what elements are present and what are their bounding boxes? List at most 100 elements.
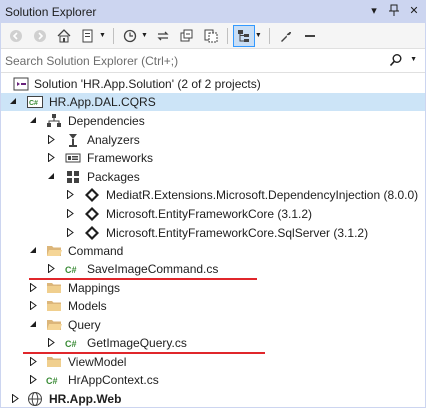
minus-button[interactable]: [299, 25, 321, 47]
tree-item-label: Analyzers: [87, 133, 140, 147]
expanded-arrow-icon[interactable]: [29, 320, 38, 329]
collapsed-arrow-icon[interactable]: [47, 135, 56, 144]
close-icon[interactable]: ✕: [407, 4, 421, 19]
folder-icon: [47, 357, 61, 367]
tree-item-folder-viewmodel[interactable]: ViewModel: [1, 353, 425, 371]
open-folder-icon: [47, 320, 62, 330]
tree-item-project-dal[interactable]: C# HR.App.DAL.CQRS: [1, 93, 425, 111]
collapsed-arrow-icon[interactable]: [47, 153, 56, 162]
expanded-arrow-icon[interactable]: [9, 97, 18, 106]
tree-item-label: ViewModel: [68, 355, 127, 369]
pin-icon[interactable]: [387, 4, 401, 19]
frameworks-icon: [65, 153, 81, 163]
back-arrow-icon: [10, 29, 22, 42]
home-button[interactable]: [53, 25, 75, 47]
tree-item-label: HrAppContext.cs: [68, 373, 159, 387]
folder-icon: [47, 301, 61, 311]
svg-text:C#: C#: [29, 100, 38, 107]
svg-text:C#: C#: [65, 339, 77, 349]
tree-item-label: Command: [68, 244, 124, 258]
dependencies-icon: [47, 114, 61, 127]
tree-item-project-web[interactable]: HR.App.Web: [1, 390, 425, 408]
switch-views-dropdown-icon[interactable]: ▼: [99, 32, 106, 39]
toolbar-separator: [226, 27, 228, 44]
tree-item-label: HR.App.Web: [49, 392, 122, 406]
expanded-arrow-icon[interactable]: [29, 116, 38, 125]
back-button[interactable]: [5, 25, 27, 47]
collapsed-arrow-icon[interactable]: [47, 264, 56, 273]
tree-item-folder-mappings[interactable]: Mappings: [1, 279, 425, 297]
window-position-dropdown-icon[interactable]: ▾: [367, 4, 381, 19]
sync-with-document-button[interactable]: [152, 25, 174, 47]
tree-item-folder-query[interactable]: Query: [1, 316, 425, 334]
collapse-all-button[interactable]: [176, 25, 198, 47]
tree-item-label: Packages: [87, 170, 140, 184]
tree-item-package-efcore[interactable]: Microsoft.EntityFrameworkCore (3.1.2): [1, 205, 425, 223]
svg-text:C#: C#: [65, 265, 77, 275]
open-folder-icon: [47, 246, 62, 256]
forward-arrow-icon: [34, 29, 46, 42]
tree-item-analyzers[interactable]: Analyzers: [1, 131, 425, 149]
properties-button[interactable]: [275, 25, 297, 47]
search-input[interactable]: [1, 49, 387, 73]
collapsed-arrow-icon[interactable]: [66, 228, 75, 237]
collapsed-arrow-icon[interactable]: [11, 394, 20, 403]
folder-icon: [47, 283, 61, 293]
tree-item-label: Solution 'HR.App.Solution' (2 of 2 proje…: [34, 77, 261, 91]
show-all-files-button[interactable]: [200, 25, 222, 47]
collapsed-arrow-icon[interactable]: [47, 338, 56, 347]
tree-item-solution[interactable]: Solution 'HR.App.Solution' (2 of 2 proje…: [1, 75, 425, 93]
tree-item-file-save-image-command[interactable]: C# SaveImageCommand.cs: [1, 260, 425, 278]
panel-title: Solution Explorer: [5, 5, 97, 19]
collapsed-arrow-icon[interactable]: [29, 283, 38, 292]
nuget-package-icon: [85, 188, 99, 202]
collapsed-arrow-icon[interactable]: [66, 209, 75, 218]
nuget-package-icon: [85, 226, 99, 240]
analyzers-icon: [69, 134, 77, 147]
csharp-file-icon: C#: [65, 339, 77, 349]
tree-item-folder-models[interactable]: Models: [1, 297, 425, 315]
collapsed-arrow-icon[interactable]: [29, 375, 38, 384]
forward-button[interactable]: [29, 25, 51, 47]
pending-changes-dropdown-icon[interactable]: ▼: [141, 32, 148, 39]
toolbar-separator: [268, 27, 270, 44]
csharp-project-icon: C#: [27, 96, 43, 108]
tree-item-package-mediatr[interactable]: MediatR.Extensions.Microsoft.DependencyI…: [1, 186, 425, 204]
preview-dropdown-icon[interactable]: ▼: [255, 32, 262, 39]
tree-item-label: GetImageQuery.cs: [87, 336, 187, 350]
clock-icon: [123, 29, 137, 42]
tree-item-package-efcore-sqlserver[interactable]: Microsoft.EntityFrameworkCore.SqlServer …: [1, 224, 425, 242]
tree-item-label: SaveImageCommand.cs: [87, 262, 219, 276]
show-all-files-icon: [204, 29, 218, 42]
tree-item-label: Frameworks: [87, 151, 154, 165]
tree-item-label: Mappings: [68, 281, 121, 295]
preview-selected-items-button[interactable]: [232, 24, 255, 47]
switch-views-button[interactable]: [77, 25, 99, 47]
csharp-file-icon: C#: [46, 376, 58, 386]
tree-item-file-get-image-query[interactable]: C# GetImageQuery.cs: [1, 334, 425, 352]
title-bar-buttons: ▾ ✕: [367, 4, 421, 19]
pending-changes-filter-button[interactable]: [119, 25, 141, 47]
expanded-arrow-icon[interactable]: [29, 246, 38, 255]
search-options-dropdown-icon[interactable]: ▼: [410, 56, 417, 63]
search-icon[interactable]: [389, 53, 403, 70]
collapsed-arrow-icon[interactable]: [29, 301, 38, 310]
tree-item-packages[interactable]: Packages: [1, 168, 425, 186]
tree-item-label: Query: [68, 318, 101, 332]
tree-item-label: HR.App.DAL.CQRS: [49, 95, 156, 109]
toolbar-separator: [112, 27, 114, 44]
wrench-icon: [280, 31, 291, 42]
collapsed-arrow-icon[interactable]: [29, 357, 38, 366]
collapsed-arrow-icon[interactable]: [66, 190, 75, 199]
tree-item-frameworks[interactable]: Frameworks: [1, 149, 425, 167]
tree-item-label: Microsoft.EntityFrameworkCore (3.1.2): [106, 207, 313, 221]
expanded-arrow-icon[interactable]: [47, 172, 56, 181]
sync-arrows-icon: [157, 31, 169, 40]
tree-item-file-hr-app-context[interactable]: C# HrAppContext.cs: [1, 371, 425, 389]
tree-item-folder-command[interactable]: Command: [1, 242, 425, 260]
csharp-file-icon: C#: [65, 265, 77, 275]
tree-item-label: Microsoft.EntityFrameworkCore.SqlServer …: [106, 226, 369, 240]
svg-text:C#: C#: [46, 376, 58, 386]
tree-item-dependencies[interactable]: Dependencies: [1, 112, 425, 130]
solution-icon: [13, 77, 29, 91]
